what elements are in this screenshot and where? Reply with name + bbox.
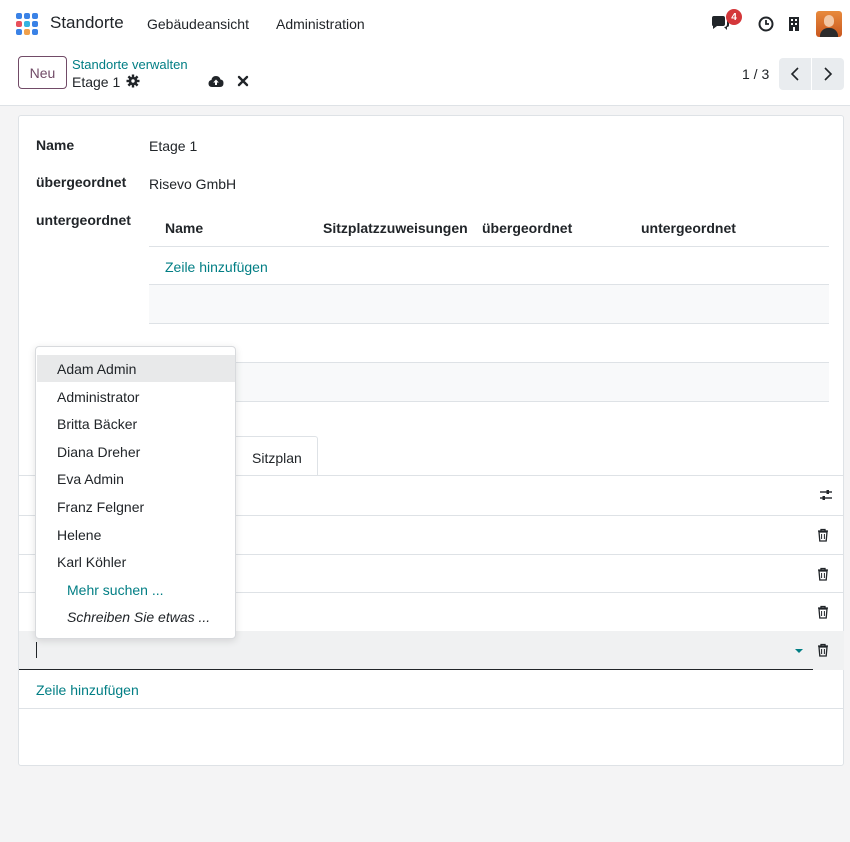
children-add-line-link[interactable]: Zeile hinzufügen: [165, 259, 268, 275]
table-row: [149, 285, 829, 323]
tab-label: Sitzplan: [252, 450, 302, 466]
chevron-left-icon: [790, 67, 799, 81]
dropdown-option[interactable]: Franz Felgner: [37, 493, 235, 520]
parent-field[interactable]: Risevo GmbH: [149, 176, 236, 192]
column-header-parent[interactable]: übergeordnet: [482, 220, 572, 236]
new-button[interactable]: Neu: [18, 56, 67, 89]
divider: [149, 246, 829, 247]
app-name[interactable]: Standorte: [50, 13, 124, 33]
pager-value[interactable]: 1 / 3: [742, 66, 769, 82]
trash-icon[interactable]: [816, 567, 830, 581]
search-more-option[interactable]: Mehr suchen ...: [37, 576, 235, 603]
divider: [19, 708, 844, 709]
building-icon[interactable]: [784, 10, 804, 38]
column-header-name[interactable]: Name: [165, 220, 203, 236]
divider: [149, 323, 829, 324]
dropdown-option[interactable]: Eva Admin: [37, 465, 235, 492]
trash-icon[interactable]: [816, 528, 830, 542]
menu-gebaeudeansicht[interactable]: Gebäudeansicht: [147, 16, 249, 32]
control-panel: Neu Standorte verwalten Etage 1 1 / 3: [0, 48, 850, 106]
divider: [149, 401, 829, 402]
dropdown-option[interactable]: Britta Bäcker: [37, 410, 235, 437]
table-row: [149, 363, 829, 401]
name-label: Name: [36, 137, 75, 153]
activity-clock-icon[interactable]: [755, 10, 777, 38]
top-navbar: Standorte Gebäudeansicht Administration …: [0, 0, 850, 48]
optional-columns-icon[interactable]: [819, 488, 833, 502]
dropdown-option[interactable]: Helene: [37, 521, 235, 548]
user-avatar[interactable]: [816, 11, 842, 37]
dropdown-option[interactable]: Diana Dreher: [37, 438, 235, 465]
breadcrumb-parent-link[interactable]: Standorte verwalten: [72, 57, 188, 72]
close-icon[interactable]: [237, 75, 249, 87]
messages-badge: 4: [726, 9, 742, 25]
pager-previous-button[interactable]: [779, 58, 811, 90]
name-field[interactable]: Etage 1: [149, 138, 197, 154]
chevron-down-icon[interactable]: [795, 649, 803, 653]
dropdown-option[interactable]: Karl Köhler: [37, 548, 235, 575]
autocomplete-dropdown: Adam Admin Administrator Britta Bäcker D…: [35, 346, 236, 639]
parent-label: übergeordnet: [36, 174, 127, 190]
cloud-upload-icon[interactable]: [208, 74, 224, 88]
dropdown-option[interactable]: Adam Admin: [37, 355, 235, 382]
write-something-hint: Schreiben Sie etwas ...: [67, 608, 211, 625]
chevron-right-icon: [824, 67, 833, 81]
breadcrumb-current: Etage 1: [72, 74, 121, 90]
dropdown-option[interactable]: Administrator: [37, 383, 235, 410]
children-label: untergeordnet: [36, 212, 131, 228]
tab-sitzplan[interactable]: Sitzplan: [232, 436, 318, 476]
trash-icon[interactable]: [816, 605, 830, 619]
trash-icon[interactable]: [816, 643, 830, 657]
column-header-seat-assignments[interactable]: Sitzplatzzuweisungen: [323, 220, 468, 236]
apps-menu-icon[interactable]: [16, 13, 40, 35]
gear-icon[interactable]: [126, 74, 140, 88]
menu-administration[interactable]: Administration: [276, 16, 365, 32]
text-cursor: [36, 642, 37, 658]
seat-add-line-link[interactable]: Zeile hinzufügen: [36, 682, 139, 698]
pager-next-button[interactable]: [812, 58, 844, 90]
column-header-children[interactable]: untergeordnet: [641, 220, 736, 236]
